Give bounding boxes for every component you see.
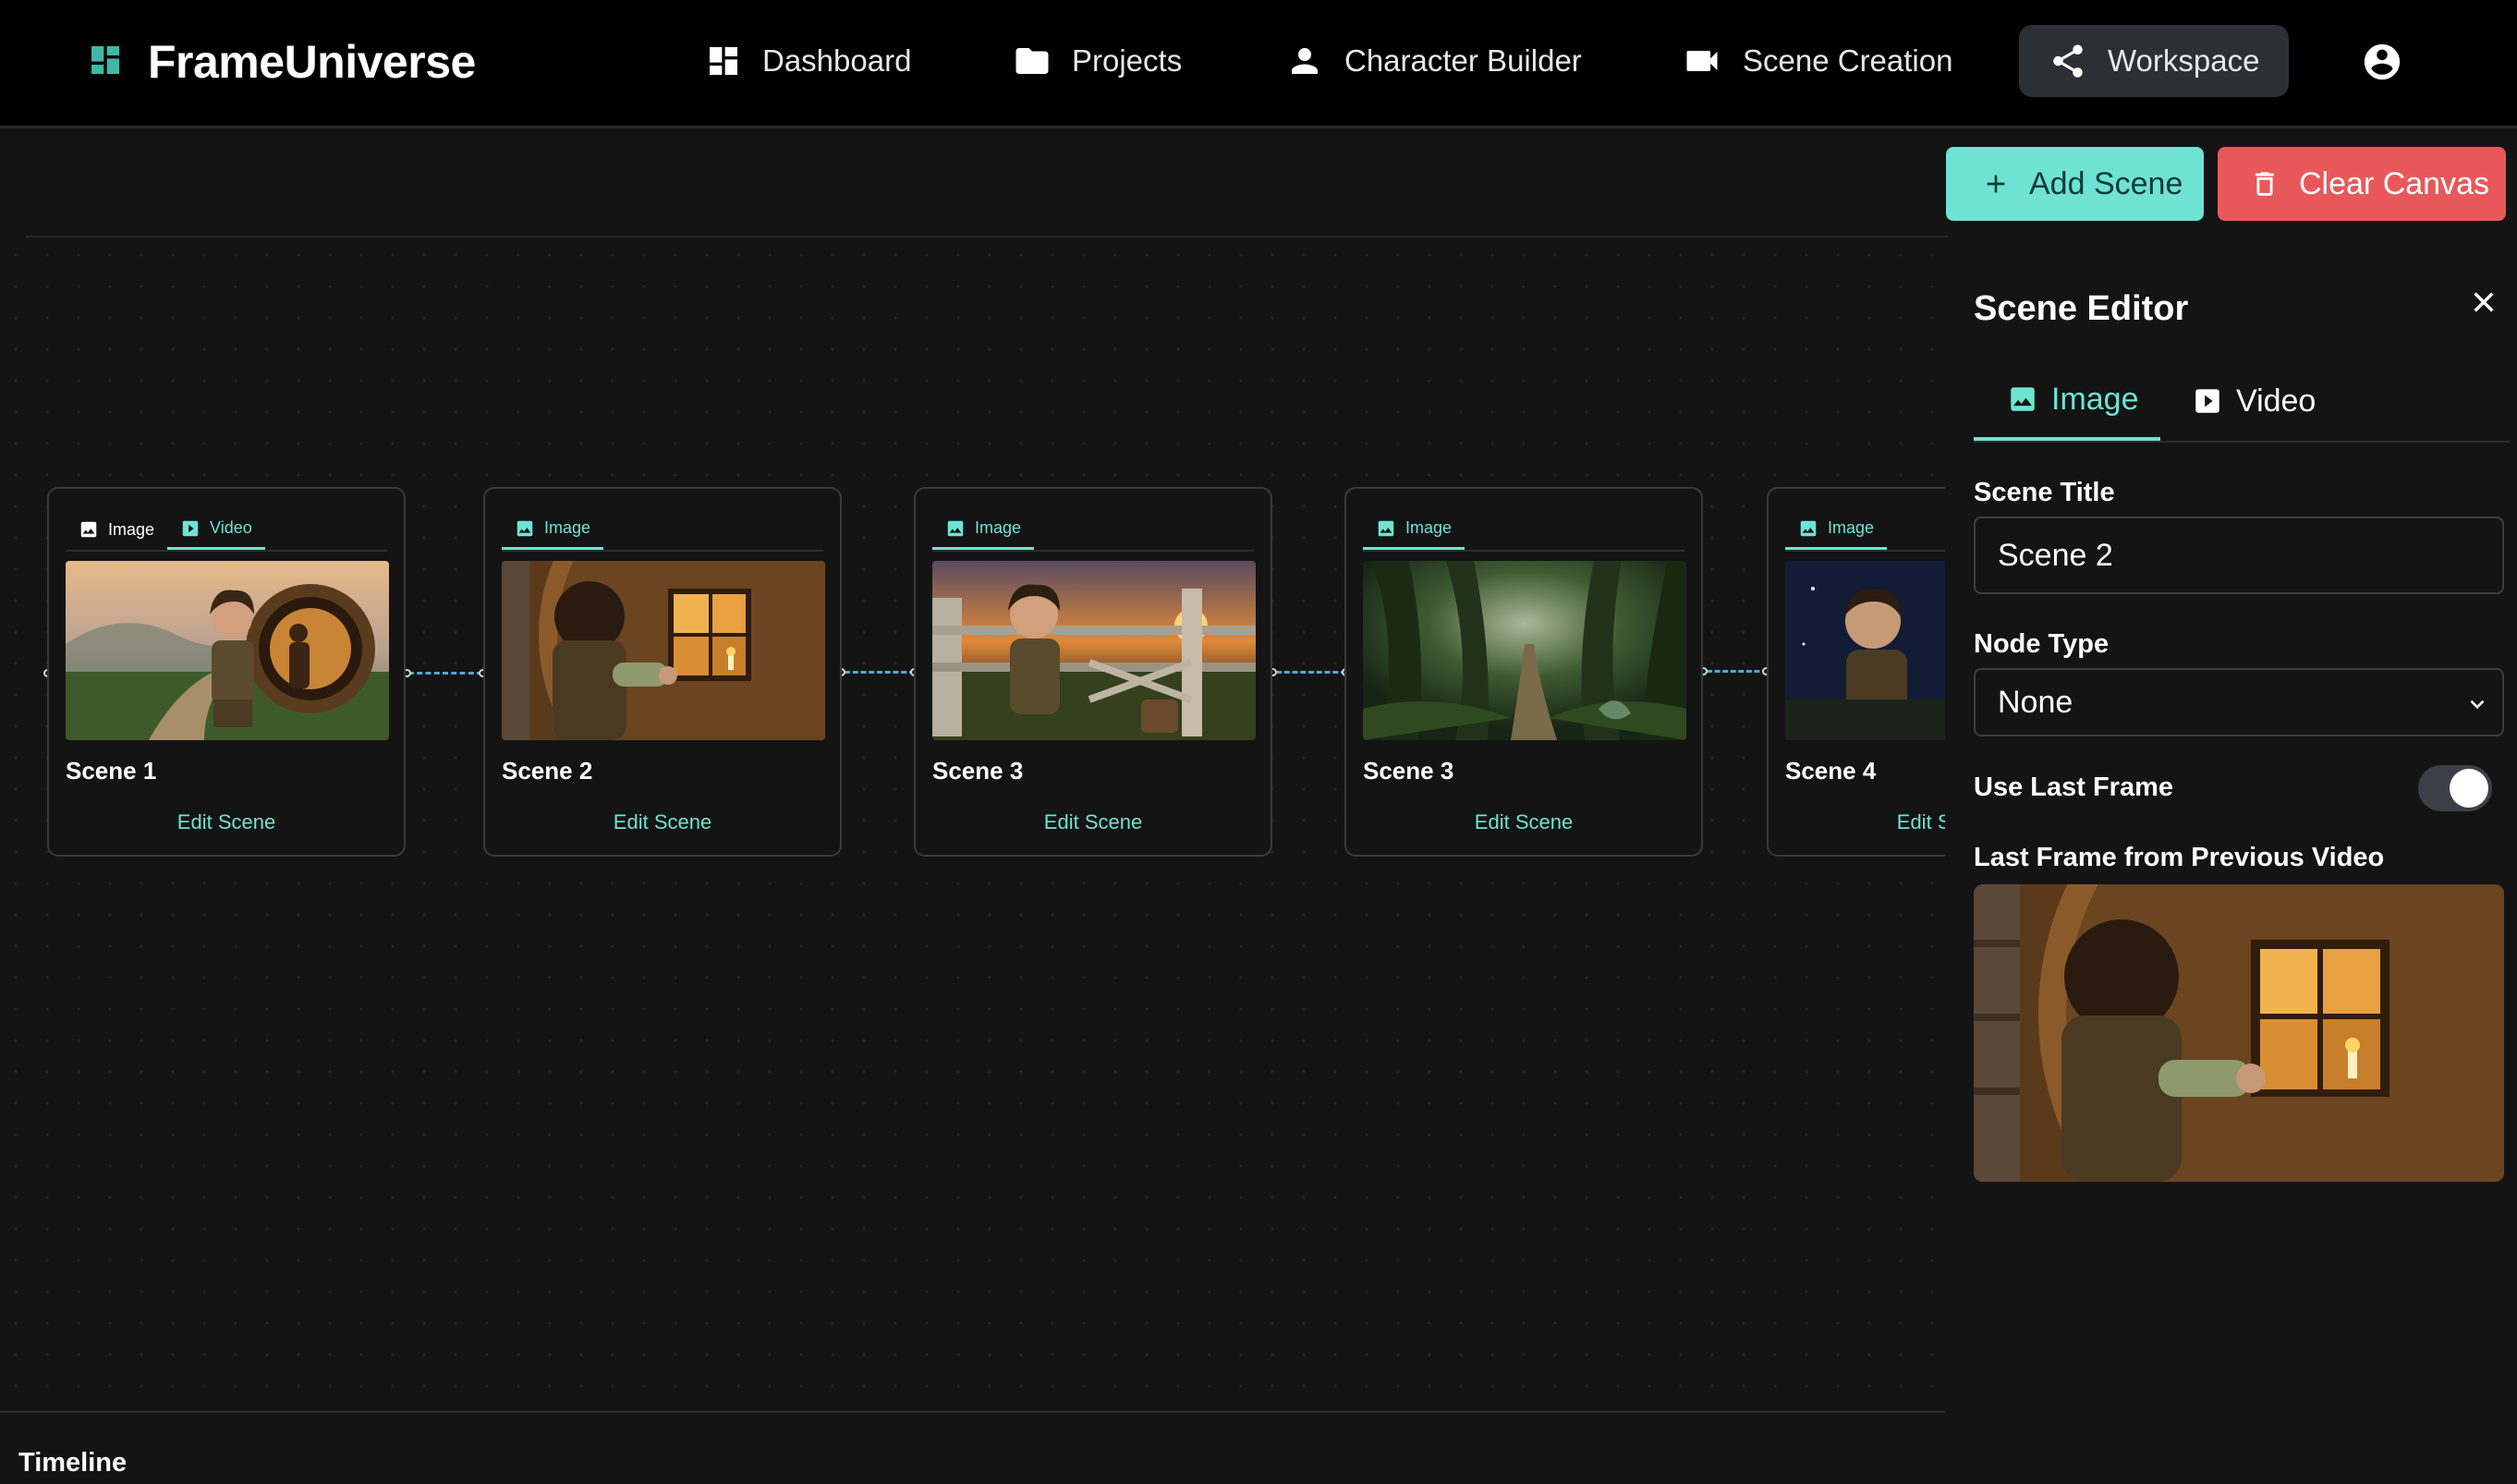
node-tab-label: Image: [544, 518, 591, 537]
node-tab-label: Image: [1405, 518, 1453, 537]
use-last-frame-toggle[interactable]: [2418, 765, 2492, 811]
video-icon: [180, 518, 201, 539]
node-tabs: Image: [1785, 509, 1945, 552]
edit-scene-link[interactable]: Edit Scene: [485, 810, 840, 834]
tab-image-label: Image: [2051, 381, 2139, 417]
scene-node[interactable]: Image Video Scene 1 Edit Scene: [47, 487, 406, 857]
use-last-frame-label: Use Last Frame: [1974, 772, 2173, 802]
app-name: FrameUniverse: [148, 36, 476, 88]
node-tab-label: Image: [975, 518, 1022, 537]
node-tabs: Image: [502, 509, 823, 552]
scene-title-input[interactable]: [1976, 518, 2502, 592]
scene-thumbnail: [66, 561, 389, 740]
brand[interactable]: FrameUniverse: [87, 35, 476, 89]
edit-scene-link[interactable]: Edit Scene: [1769, 810, 1945, 834]
scene-title-label: Scene Title: [1974, 478, 2115, 507]
scene-node-title: Scene 3: [1363, 757, 1454, 785]
connection-edge: [1276, 671, 1346, 674]
node-tab-image[interactable]: Image: [66, 509, 167, 550]
nav-label-dashboard: Dashboard: [762, 43, 912, 78]
scene-node-title: Scene 2: [502, 757, 593, 785]
node-tab-image[interactable]: Image: [1363, 509, 1465, 550]
nav-label-projects: Projects: [1072, 43, 1183, 78]
nav-label-character-builder: Character Builder: [1344, 43, 1582, 78]
tab-video[interactable]: Video: [2192, 361, 2316, 441]
clear-canvas-label: Clear Canvas: [2299, 165, 2489, 201]
image-icon: [515, 518, 535, 539]
scene-thumbnail: [1785, 561, 1945, 740]
folder-icon: [1013, 42, 1052, 80]
tab-video-label: Video: [2236, 383, 2316, 419]
scene-editor-tabs: Image Video: [1974, 361, 2510, 443]
scene-node[interactable]: Image Scene 3 Edit Scene: [1344, 487, 1703, 857]
tab-image[interactable]: Image: [1974, 361, 2160, 441]
scene-thumbnail: [502, 561, 825, 740]
add-scene-label: Add Scene: [2029, 165, 2183, 201]
last-frame-preview: [1974, 884, 2504, 1182]
close-icon[interactable]: [2469, 287, 2499, 322]
node-tab-label: Video: [210, 518, 252, 537]
toggle-knob: [2450, 769, 2488, 808]
connection-edge: [845, 671, 915, 674]
app-logo-icon: [87, 42, 124, 83]
node-tab-label: Image: [1828, 518, 1875, 537]
toolbar-divider: [26, 236, 1948, 237]
node-tabs: Image Video: [66, 509, 387, 552]
node-tab-image[interactable]: Image: [1785, 509, 1888, 550]
nav-label-scene-creation: Scene Creation: [1743, 43, 1953, 78]
add-scene-button[interactable]: Add Scene: [1946, 147, 2204, 221]
dashboard-icon: [705, 43, 742, 79]
chevron-down-icon: [2465, 692, 2489, 721]
timeline-label: Timeline: [18, 1448, 128, 1478]
node-type-label: Node Type: [1974, 629, 2110, 659]
connection-edge: [1707, 670, 1768, 673]
trash-icon: [2249, 168, 2280, 200]
edit-scene-link[interactable]: Edit Scene: [1346, 810, 1701, 834]
scene-editor-title: Scene Editor: [1974, 289, 2189, 328]
node-tab-image[interactable]: Image: [502, 509, 604, 550]
nav-label-workspace: Workspace: [2108, 43, 2260, 78]
account-circle-icon[interactable]: [2361, 41, 2403, 88]
nav-item-projects[interactable]: Projects: [1013, 25, 1182, 97]
video-icon: [2192, 385, 2223, 417]
scene-node-title: Scene 1: [66, 757, 157, 785]
workspace-canvas[interactable]: Image Video Scene 1 Edit Scene Image Sce…: [0, 239, 1945, 1413]
scene-thumbnail: [1363, 561, 1686, 740]
last-frame-label: Last Frame from Previous Video: [1974, 843, 2385, 872]
node-tabs: Image: [932, 509, 1254, 552]
plus-icon: [1981, 169, 2011, 199]
node-type-select[interactable]: None: [1974, 668, 2504, 736]
nav-item-dashboard[interactable]: Dashboard: [705, 25, 911, 97]
scene-node[interactable]: Image Scene 4 Edit Scene: [1767, 487, 1945, 857]
scene-title-field: [1974, 517, 2504, 594]
node-tab-label: Image: [108, 519, 155, 539]
edit-scene-link[interactable]: Edit Scene: [49, 810, 404, 834]
top-navigation-bar: FrameUniverse Dashboard Projects Charact…: [0, 0, 2517, 128]
timeline: Timeline: [0, 1411, 1945, 1484]
nav-item-scene-creation[interactable]: Scene Creation: [1682, 25, 1952, 97]
edit-scene-link[interactable]: Edit Scene: [916, 810, 1271, 834]
nav-item-workspace[interactable]: Workspace: [2019, 25, 2290, 97]
nav-item-character-builder[interactable]: Character Builder: [1285, 25, 1582, 97]
scene-node[interactable]: Image Scene 3 Edit Scene: [914, 487, 1272, 857]
node-type-value: None: [1998, 685, 2073, 720]
scene-node-title: Scene 4: [1785, 757, 1877, 785]
image-icon: [1798, 518, 1818, 539]
scene-thumbnail: [932, 561, 1256, 740]
person-icon: [1285, 42, 1324, 80]
share-icon: [2049, 42, 2087, 80]
image-icon: [79, 519, 99, 540]
node-tab-image[interactable]: Image: [932, 509, 1035, 550]
connection-edge: [408, 672, 482, 675]
scene-editor-panel: Scene Editor Image Video Scene Title Nod…: [1945, 239, 2517, 1482]
node-tabs: Image: [1363, 509, 1684, 552]
clear-canvas-button[interactable]: Clear Canvas: [2218, 147, 2506, 221]
image-icon: [2007, 383, 2038, 415]
node-tab-video[interactable]: Video: [167, 509, 265, 550]
scene-node[interactable]: Image Scene 2 Edit Scene: [483, 487, 842, 857]
image-icon: [945, 518, 966, 539]
videocam-icon: [1682, 41, 1722, 81]
scene-node-title: Scene 3: [932, 757, 1024, 785]
image-icon: [1376, 518, 1396, 539]
